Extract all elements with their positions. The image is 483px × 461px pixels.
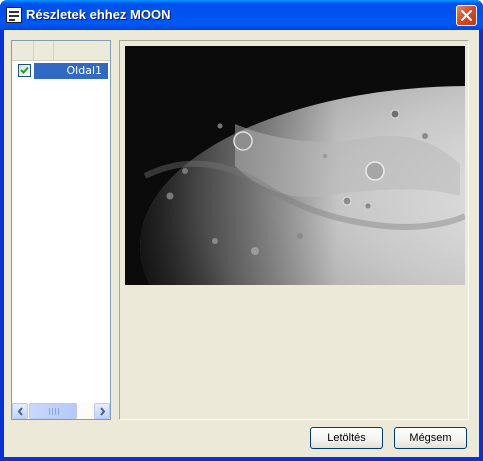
dialog-window: Részletek ehhez MOON Oldal1 Letöltés Még… [0, 0, 483, 461]
close-button[interactable] [456, 5, 477, 26]
preview-panel [119, 40, 469, 420]
check-icon [20, 66, 29, 74]
dialog-buttons: Letöltés Mégsem [4, 427, 479, 451]
scroll-right-button[interactable] [94, 403, 110, 419]
column-header-check[interactable] [12, 41, 34, 60]
moon-photo [125, 46, 465, 285]
download-button[interactable]: Letöltés [310, 427, 383, 449]
title-bar[interactable]: Részletek ehhez MOON [0, 0, 483, 30]
scroll-thumb[interactable] [29, 403, 77, 419]
list-item[interactable]: Oldal1 [12, 63, 110, 79]
dialog-client-area: Oldal1 Letöltés Mégsem [4, 30, 479, 457]
chevron-right-icon [100, 407, 106, 416]
pages-list[interactable]: Oldal1 [11, 40, 111, 420]
window-app-icon [6, 7, 22, 23]
scroll-left-button[interactable] [12, 403, 28, 419]
window-title: Részletek ehhez MOON [26, 7, 171, 22]
horizontal-scrollbar[interactable] [12, 403, 110, 419]
chevron-left-icon [17, 407, 23, 416]
close-icon [461, 10, 472, 21]
column-header-name[interactable] [34, 41, 54, 60]
moon-image-svg [125, 46, 465, 285]
list-header [12, 41, 110, 61]
page-checkbox[interactable] [18, 64, 31, 77]
cancel-button[interactable]: Mégsem [394, 427, 467, 449]
list-item-label[interactable]: Oldal1 [34, 63, 108, 79]
